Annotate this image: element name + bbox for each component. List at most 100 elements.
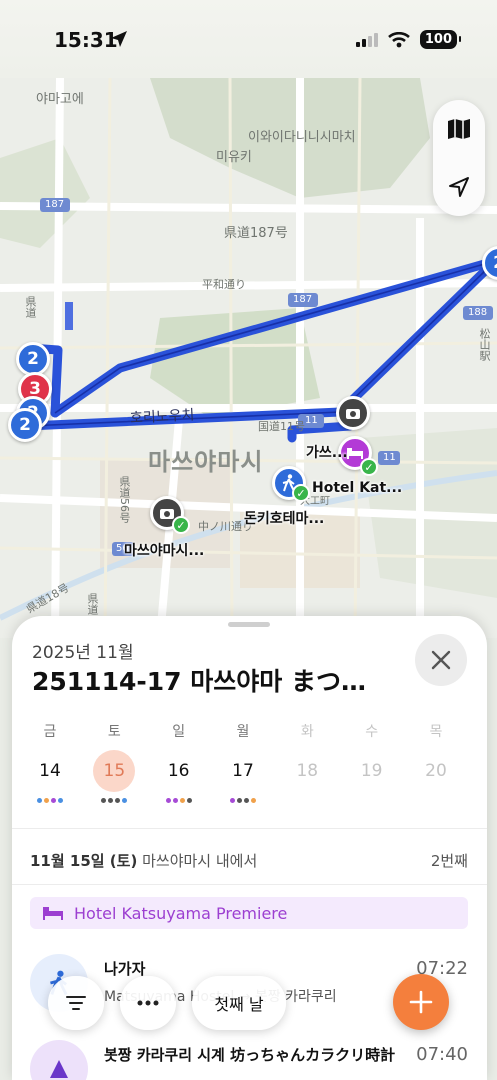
map-label: 야마고에 bbox=[36, 92, 84, 107]
sightseeing-pin[interactable] bbox=[336, 396, 370, 430]
map-label: 미유키 bbox=[216, 150, 252, 165]
activity-dot bbox=[236, 798, 242, 803]
trip-title: 251114-17 마쓰야마 まつ… bbox=[32, 667, 366, 696]
activity-dot bbox=[229, 798, 235, 803]
activity-dot bbox=[37, 798, 42, 803]
itinerary-item[interactable]: 봇짱 카라쿠리 시계 坊っちゃんカラクリ時計 07:40 bbox=[30, 1040, 468, 1080]
day-number: 19 bbox=[360, 761, 383, 781]
day-number: 16 bbox=[167, 761, 190, 781]
camera-icon bbox=[346, 409, 360, 419]
day-16[interactable]: 일 16 bbox=[157, 722, 201, 808]
map-label: 県道 bbox=[86, 593, 99, 615]
hotel-row[interactable]: Hotel Katsuyama Premiere bbox=[30, 897, 468, 929]
day-weekday: 일 bbox=[172, 724, 186, 740]
camera-icon bbox=[160, 509, 174, 519]
day-activity-dots bbox=[221, 798, 265, 808]
day-number: 20 bbox=[425, 761, 447, 781]
close-button[interactable] bbox=[415, 634, 467, 686]
day-18[interactable]: 화 18 bbox=[285, 722, 329, 808]
close-icon bbox=[431, 650, 451, 670]
activity-dot bbox=[115, 798, 121, 803]
item-time: 07:40 bbox=[416, 1044, 468, 1065]
map-label: 松山駅 bbox=[478, 328, 491, 361]
route-shield: 187 bbox=[293, 294, 313, 305]
map-label: 県道 bbox=[24, 296, 37, 318]
activity-dot bbox=[250, 798, 256, 803]
signal-icon bbox=[355, 32, 378, 47]
day-number: 14 bbox=[39, 761, 61, 781]
status-bar: 15:31 100 bbox=[0, 0, 497, 78]
landmark-icon bbox=[50, 1060, 68, 1078]
visited-check-icon: ✓ bbox=[360, 458, 378, 476]
day-19[interactable]: 수 19 bbox=[350, 722, 394, 808]
activity-dot bbox=[108, 798, 114, 803]
more-icon bbox=[137, 1000, 159, 1006]
map-controls bbox=[433, 100, 485, 216]
day-place: 마쓰야마시 내에서 bbox=[142, 852, 258, 870]
add-button[interactable] bbox=[393, 974, 449, 1030]
map-view[interactable]: 야마고에 이와이다니니시마치 미유키 187 県道187号 187 平和通り 1… bbox=[0, 78, 497, 638]
day-number: 17 bbox=[232, 761, 254, 781]
day-weekday: 토 bbox=[107, 724, 121, 740]
poi-label: 가쓰... bbox=[306, 445, 348, 461]
list-button[interactable] bbox=[48, 976, 104, 1030]
activity-dot bbox=[179, 798, 185, 803]
map-label-city: 마쓰야마시 bbox=[148, 448, 264, 476]
day-number: 15 bbox=[93, 750, 136, 792]
activity-dot bbox=[165, 798, 171, 803]
activity-dot bbox=[122, 798, 128, 803]
day-selector: 금 14 토 15 일 16 월 17 화 18 수 19 목 20 bbox=[28, 722, 458, 808]
map-label: 이와이다니니시마치 bbox=[248, 130, 356, 145]
map-icon bbox=[448, 119, 470, 139]
day-activity-dots bbox=[350, 798, 394, 808]
item-name: 나가자 bbox=[104, 960, 146, 978]
plus-icon bbox=[409, 990, 433, 1014]
trip-month: 2025년 11월 bbox=[32, 643, 134, 663]
more-button[interactable] bbox=[120, 976, 176, 1030]
bed-icon bbox=[347, 448, 363, 459]
item-icon bbox=[30, 1040, 88, 1080]
map-label: 県道187号 bbox=[224, 226, 288, 241]
activity-dot bbox=[172, 798, 178, 803]
day-17[interactable]: 월 17 bbox=[221, 722, 265, 808]
day-14[interactable]: 금 14 bbox=[28, 722, 72, 808]
wifi-icon bbox=[387, 31, 410, 47]
day-date: 11월 15일 (토) bbox=[30, 852, 138, 870]
sheet-grabber[interactable] bbox=[228, 622, 270, 627]
route-shield: 187 bbox=[45, 199, 65, 210]
bed-icon bbox=[43, 907, 63, 920]
battery-indicator: 100 bbox=[419, 30, 462, 49]
day-ordinal: 2번째 bbox=[430, 852, 468, 870]
day-header: 11월 15일 (토) 마쓰야마시 내에서 2번째 bbox=[30, 850, 468, 871]
day-20[interactable]: 목 20 bbox=[414, 722, 458, 808]
day-activity-dots bbox=[285, 798, 329, 808]
map-pin[interactable]: 2 bbox=[16, 342, 50, 376]
day-activity-dots bbox=[157, 798, 201, 808]
map-label: 호리노우치 bbox=[129, 407, 195, 427]
activity-dot bbox=[243, 798, 249, 803]
poi-label: 돈키호테마... bbox=[244, 511, 325, 527]
first-day-button[interactable]: 첫째 날 bbox=[192, 976, 286, 1030]
day-weekday: 화 bbox=[300, 724, 314, 740]
day-weekday: 목 bbox=[429, 724, 443, 740]
day-activity-dots bbox=[28, 798, 72, 808]
map-pin[interactable]: 2 bbox=[8, 408, 42, 442]
route-shield: 11 bbox=[305, 415, 318, 426]
map-label: 国道11号 bbox=[258, 420, 305, 433]
poi-label: Hotel Kat... bbox=[312, 480, 403, 496]
activity-dot bbox=[58, 798, 63, 803]
visited-check-icon: ✓ bbox=[292, 484, 310, 502]
hotel-name: Hotel Katsuyama Premiere bbox=[74, 903, 288, 923]
day-15[interactable]: 토 15 bbox=[92, 722, 136, 808]
map-label: 県道56号 bbox=[118, 476, 131, 523]
day-activity-dots bbox=[414, 798, 458, 808]
activity-dot bbox=[101, 798, 107, 803]
day-activity-dots bbox=[92, 798, 136, 808]
map-style-button[interactable] bbox=[433, 100, 485, 158]
status-time: 15:31 bbox=[54, 28, 118, 52]
route-shield: 188 bbox=[468, 307, 488, 318]
activity-dot bbox=[186, 798, 192, 803]
locate-me-button[interactable] bbox=[433, 158, 485, 216]
item-name: 봇짱 카라쿠리 시계 坊っちゃんカラクリ時計 bbox=[104, 1046, 396, 1064]
route-shield: 11 bbox=[383, 452, 396, 463]
